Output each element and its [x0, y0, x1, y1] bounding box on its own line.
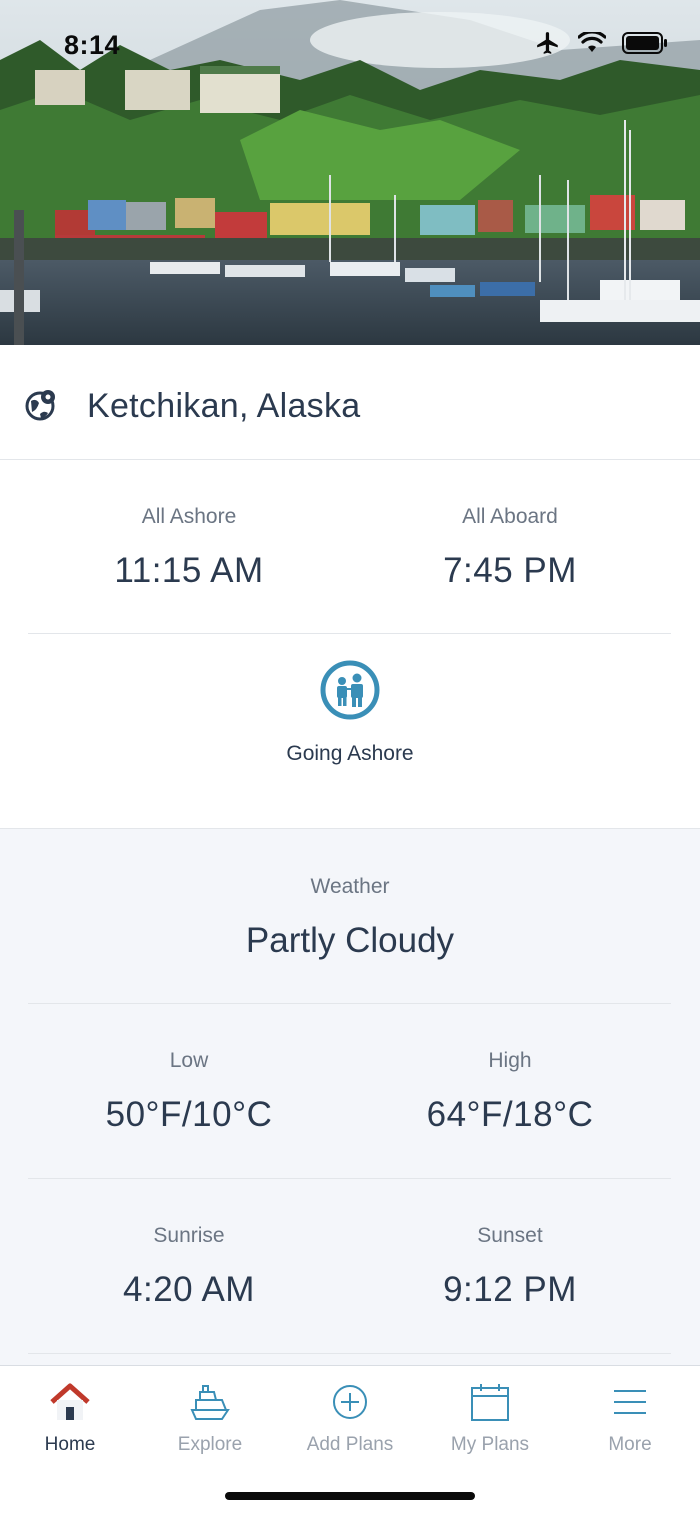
tab-home-label: Home — [44, 1434, 96, 1455]
divider — [28, 1178, 671, 1179]
going-ashore-label: Going Ashore — [286, 742, 414, 765]
sunrise-block: Sunrise 4:20 AM — [29, 1224, 349, 1310]
tab-explore-label: Explore — [177, 1434, 243, 1455]
globe-pin-icon — [24, 388, 58, 427]
sunset-label: Sunset — [477, 1224, 543, 1247]
weather-block: Weather Partly Cloudy — [0, 875, 700, 961]
tab-add-plans-label: Add Plans — [306, 1434, 394, 1455]
wifi-icon — [578, 32, 606, 54]
tab-more-label: More — [608, 1434, 652, 1455]
port-name: Ketchikan, Alaska — [87, 387, 361, 425]
weather-label: Weather — [310, 875, 390, 898]
going-ashore-button[interactable]: Going Ashore — [0, 660, 700, 766]
plus-circle-icon — [280, 1380, 420, 1424]
location-header: Ketchikan, Alaska — [0, 345, 700, 460]
low-temp-block: Low 50°F/10°C — [29, 1049, 349, 1135]
sunset-block: Sunset 9:12 PM — [350, 1224, 670, 1310]
tab-my-plans[interactable]: My Plans — [420, 1380, 560, 1456]
weather-condition: Partly Cloudy — [245, 921, 455, 960]
low-label: Low — [169, 1049, 209, 1072]
status-bar: 8:14 — [0, 0, 700, 90]
airplane-icon — [534, 30, 562, 56]
weather-section: Weather Partly Cloudy Low 50°F/10°C High… — [0, 828, 700, 1368]
calendar-icon — [420, 1380, 560, 1424]
all-ashore-label: All Ashore — [141, 505, 237, 528]
all-ashore-value: 11:15 AM — [114, 551, 264, 590]
hero-photo: 8:14 — [0, 0, 700, 345]
divider — [28, 1353, 671, 1354]
all-aboard-block: All Aboard 7:45 PM — [350, 505, 670, 591]
tab-more[interactable]: More — [560, 1380, 700, 1456]
port-times-section: All Ashore 11:15 AM All Aboard 7:45 PM G… — [0, 460, 700, 828]
people-icon — [320, 660, 380, 720]
sunrise-label: Sunrise — [153, 1224, 225, 1247]
all-ashore-block: All Ashore 11:15 AM — [29, 505, 349, 591]
home-indicator[interactable] — [225, 1492, 475, 1500]
battery-icon — [622, 32, 668, 54]
divider — [28, 1003, 671, 1004]
all-aboard-label: All Aboard — [462, 505, 558, 528]
high-label: High — [488, 1049, 532, 1072]
tab-home[interactable]: Home — [0, 1380, 140, 1456]
sunrise-value: 4:20 AM — [123, 1270, 255, 1309]
high-temp-block: High 64°F/18°C — [350, 1049, 670, 1135]
ship-icon — [140, 1380, 280, 1424]
tab-my-plans-label: My Plans — [450, 1434, 530, 1455]
tab-add-plans[interactable]: Add Plans — [280, 1380, 420, 1456]
home-icon — [0, 1380, 140, 1424]
all-aboard-value: 7:45 PM — [443, 551, 577, 590]
sunset-value: 9:12 PM — [443, 1270, 577, 1309]
status-time: 8:14 — [64, 30, 121, 60]
menu-icon — [560, 1380, 700, 1424]
high-value: 64°F/18°C — [426, 1095, 594, 1134]
divider — [28, 633, 671, 634]
low-value: 50°F/10°C — [105, 1095, 273, 1134]
tab-explore[interactable]: Explore — [140, 1380, 280, 1456]
